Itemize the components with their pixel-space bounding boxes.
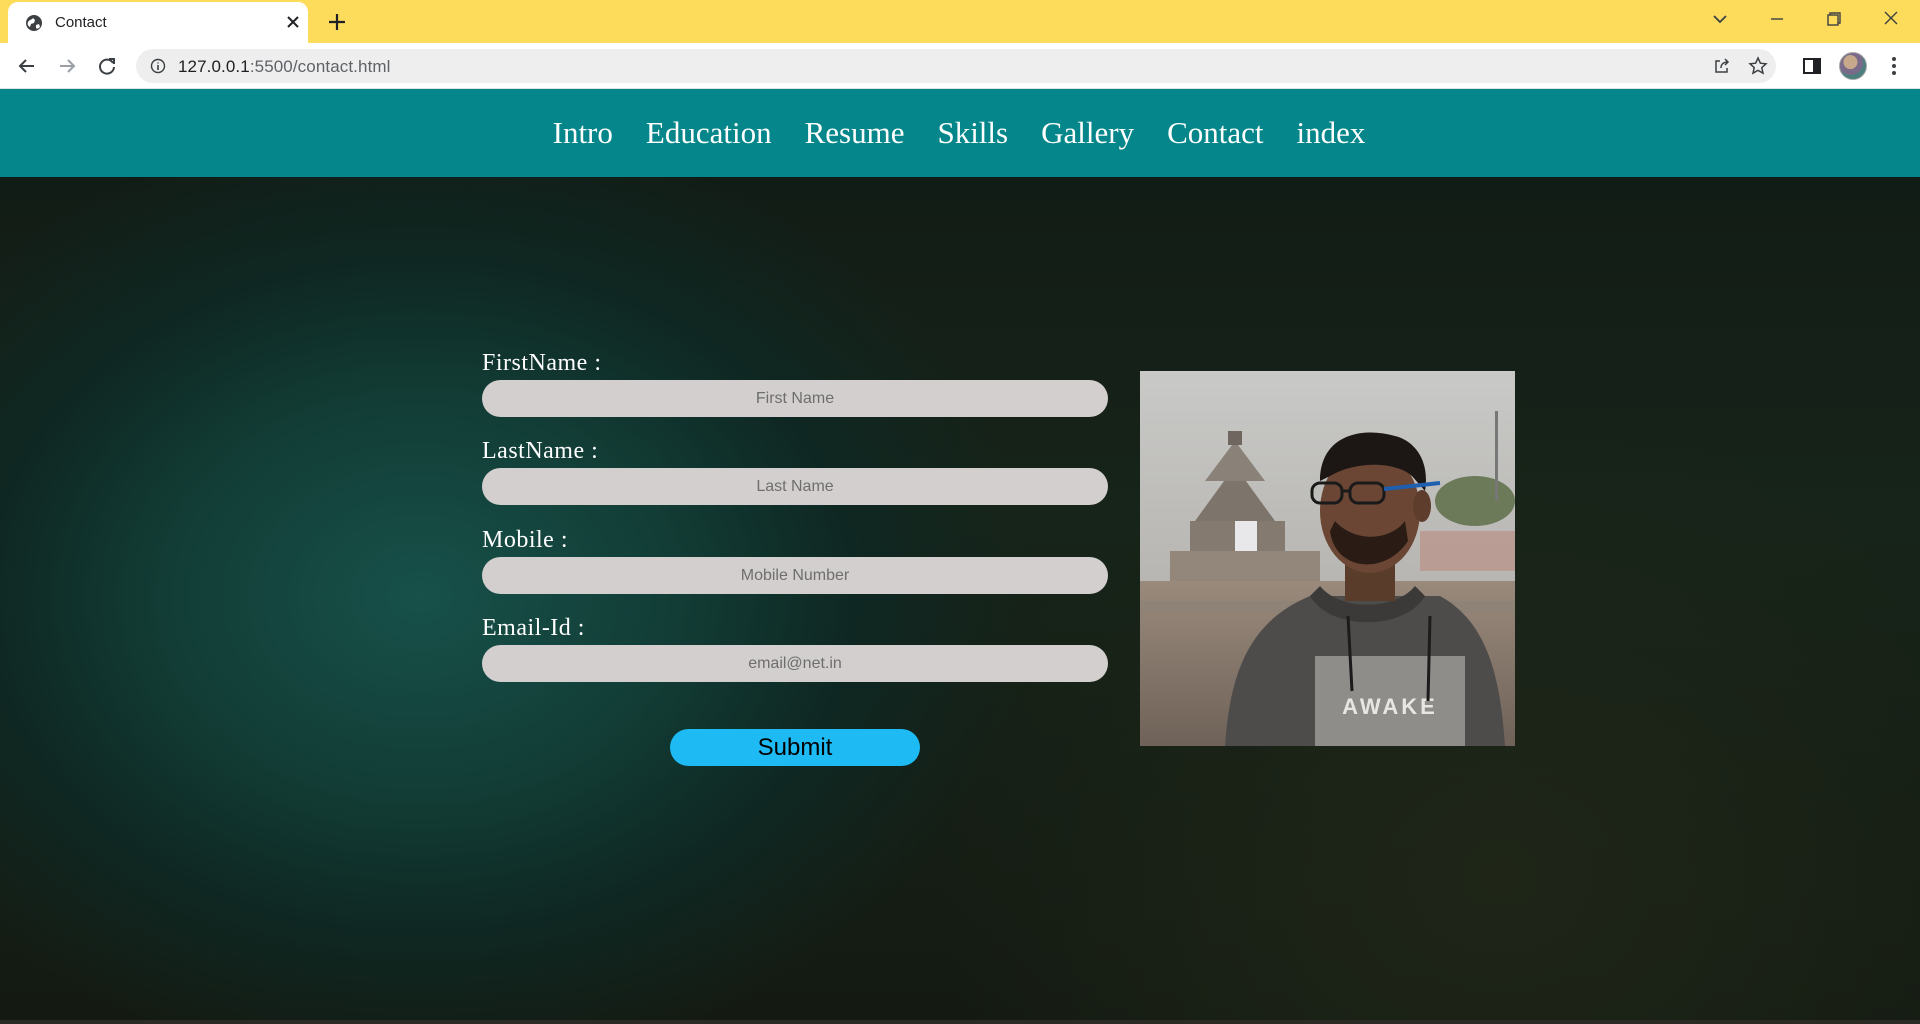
back-icon[interactable] xyxy=(16,55,38,77)
side-panel-icon[interactable] xyxy=(1801,55,1823,77)
submit-button[interactable]: Submit xyxy=(670,729,920,766)
restore-icon[interactable] xyxy=(1819,8,1847,30)
email-label: Email-Id : xyxy=(482,615,585,641)
page-background xyxy=(0,177,1920,1024)
profile-photo-graphic: AWAKE xyxy=(1140,371,1515,746)
address-bar[interactable]: 127.0.0.1:5500/contact.html xyxy=(136,49,1776,83)
url-path: :5500/contact.html xyxy=(249,57,391,76)
lastname-input[interactable] xyxy=(482,468,1108,505)
browser-toolbar: 127.0.0.1:5500/contact.html xyxy=(0,43,1920,89)
bookmark-star-icon[interactable] xyxy=(1748,56,1768,76)
nav-links: Intro Education Resume Skills Gallery Co… xyxy=(0,89,1920,177)
nav-link-education[interactable]: Education xyxy=(646,115,772,151)
tab-search-icon[interactable] xyxy=(1706,8,1734,30)
url-host: 127.0.0.1 xyxy=(178,57,250,76)
nav-link-gallery[interactable]: Gallery xyxy=(1041,115,1134,151)
share-icon[interactable] xyxy=(1712,56,1732,76)
page-bottom-edge xyxy=(0,1020,1920,1024)
site-navbar: Intro Education Resume Skills Gallery Co… xyxy=(0,89,1920,177)
close-icon[interactable] xyxy=(284,13,302,31)
profile-photo: AWAKE xyxy=(1140,371,1515,746)
firstname-label: FirstName : xyxy=(482,350,602,376)
firstname-input[interactable] xyxy=(482,380,1108,417)
minimize-icon[interactable] xyxy=(1763,8,1791,30)
browser-tab[interactable]: Contact xyxy=(8,2,308,43)
globe-icon xyxy=(26,15,42,31)
menu-kebab-icon[interactable] xyxy=(1883,55,1905,77)
email-input[interactable] xyxy=(482,645,1108,682)
nav-link-contact[interactable]: Contact xyxy=(1167,115,1263,151)
new-tab-icon[interactable] xyxy=(326,11,348,33)
nav-link-index[interactable]: index xyxy=(1297,115,1366,151)
window-close-icon[interactable] xyxy=(1877,8,1905,30)
nav-link-resume[interactable]: Resume xyxy=(805,115,905,151)
nav-link-skills[interactable]: Skills xyxy=(937,115,1008,151)
reload-icon[interactable] xyxy=(96,55,118,77)
browser-titlebar: Contact xyxy=(0,0,1920,43)
url-text: 127.0.0.1:5500/contact.html xyxy=(178,57,391,77)
mobile-label: Mobile : xyxy=(482,527,568,553)
profile-avatar[interactable] xyxy=(1839,52,1867,80)
tab-title: Contact xyxy=(55,14,107,31)
forward-icon[interactable] xyxy=(56,55,78,77)
site-info-icon[interactable] xyxy=(150,58,166,74)
lastname-label: LastName : xyxy=(482,438,599,464)
mobile-input[interactable] xyxy=(482,557,1108,594)
nav-link-intro[interactable]: Intro xyxy=(553,115,613,151)
shirt-print-text: AWAKE xyxy=(1342,694,1438,719)
